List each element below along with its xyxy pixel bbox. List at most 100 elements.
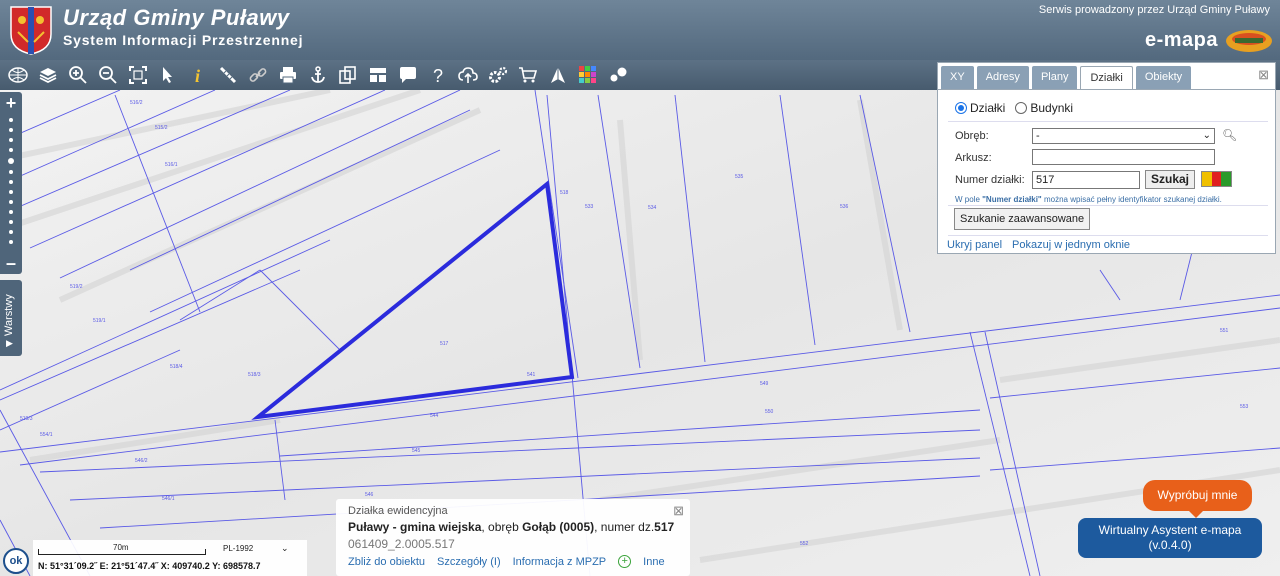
zoom-level-dot[interactable] (9, 220, 13, 224)
scale-box: 70m PL-1992 ⌄ N: 51°31´09.2˝ E: 21°51´47… (33, 540, 307, 576)
ok-button[interactable]: ok (3, 548, 29, 574)
anchor-icon[interactable] (306, 63, 330, 87)
chevron-down-icon[interactable]: ⌄ (281, 543, 289, 554)
info-panel-title: Działka ewidencyjna (348, 505, 448, 517)
layout-icon[interactable] (366, 63, 390, 87)
virtual-assistant-button[interactable]: Wirtualny Asystent e-mapa (v.0.4.0) (1078, 518, 1262, 558)
parcel-description: Puławy - gmina wiejska, obręb Gołąb (000… (348, 520, 675, 534)
cart-icon[interactable] (516, 63, 540, 87)
parcel-label: 554/1 (40, 432, 53, 438)
zoom-level-dot[interactable] (9, 128, 13, 132)
info-panel-links: Zbliż do obiektu Szczegóły (I) Informacj… (348, 555, 665, 568)
parcel-label: 516/1 (165, 162, 178, 168)
radio-dzialki-label: Działki (970, 101, 1006, 115)
zoom-extent-icon[interactable] (126, 63, 150, 87)
zoom-level-indicator[interactable] (8, 158, 14, 164)
search-button[interactable]: Szukaj (1145, 170, 1195, 189)
tab-plany[interactable]: Plany (1031, 66, 1078, 89)
search-type-radios: Działki Budynki (955, 101, 1073, 115)
parcel-label: 544 (430, 413, 439, 419)
parcel-label: 518/4 (170, 364, 183, 370)
radio-budynki[interactable]: Budynki (1015, 101, 1073, 115)
zoom-level-dot[interactable] (9, 230, 13, 234)
points-icon[interactable] (606, 63, 630, 87)
numer-dzialki-label: Numer działki: (955, 174, 1025, 186)
zoom-to-object-link[interactable]: Zbliż do obiektu (348, 556, 425, 568)
show-in-one-window-link[interactable]: Pokazuj w jednym oknie (1012, 239, 1130, 251)
close-icon[interactable]: ⊠ (673, 503, 684, 519)
coat-of-arms-logo (10, 6, 52, 55)
details-link[interactable]: Szczegóły (I) (437, 556, 501, 568)
upload-icon[interactable] (456, 63, 480, 87)
tab-dzialki[interactable]: Działki (1080, 66, 1133, 89)
zoom-level-dot[interactable] (9, 190, 13, 194)
zoom-level-dot[interactable] (9, 148, 13, 152)
try-me-bubble[interactable]: Wypróbuj mnie (1143, 480, 1252, 518)
other-link[interactable]: Inne (643, 556, 664, 568)
pointer-icon[interactable] (156, 63, 180, 87)
svg-text:i: i (195, 66, 200, 85)
zoom-level-dot[interactable] (9, 138, 13, 142)
expand-arrow-icon: ▶ (6, 338, 13, 348)
zoom-in-button[interactable]: + (0, 94, 22, 112)
mpzp-info-link[interactable]: Informacja z MPZP (513, 556, 607, 568)
parcel-label: 551 (1220, 328, 1229, 334)
info-icon[interactable]: i (186, 63, 210, 87)
globe-icon[interactable] (6, 63, 30, 87)
served-by-text: Serwis prowadzony przez Urząd Gminy Puła… (1038, 4, 1270, 16)
parcel-label: 546/2 (135, 458, 148, 464)
zoom-level-dot[interactable] (9, 240, 13, 244)
search-panel: XY Adresy Plany Działki Obiekty ⊠ Działk… (937, 62, 1276, 254)
divider (948, 121, 1268, 122)
zoom-out-icon[interactable] (96, 63, 120, 87)
parcel-label: 518/3 (248, 372, 261, 378)
tab-obiekty[interactable]: Obiekty (1135, 66, 1192, 89)
zoom-level-dot[interactable] (9, 180, 13, 184)
arkusz-input[interactable] (1032, 149, 1215, 165)
hide-panel-link[interactable]: Ukryj panel (947, 239, 1002, 251)
help-icon[interactable]: ? (426, 63, 450, 87)
color-swatch-red[interactable] (1211, 172, 1222, 186)
link-icon[interactable] (246, 63, 270, 87)
parcel-label: 518 (560, 190, 569, 196)
highlight-color-picker[interactable] (1201, 171, 1232, 187)
zoom-out-button[interactable]: – (0, 254, 22, 272)
parcel-label: 552 (800, 541, 809, 547)
advanced-search-button[interactable]: Szukanie zaawansowane (954, 208, 1091, 230)
zoom-level-dot[interactable] (9, 170, 13, 174)
obreb-select[interactable]: - ⌄ (1032, 128, 1215, 144)
copy-icon[interactable] (336, 63, 360, 87)
settings-icon[interactable] (486, 63, 510, 87)
numer-dzialki-input[interactable]: 517 (1032, 171, 1140, 189)
zoom-level-dot[interactable] (9, 200, 13, 204)
radio-dzialki[interactable]: Działki (955, 101, 1005, 115)
zoom-in-icon[interactable] (66, 63, 90, 87)
tab-adresy[interactable]: Adresy (976, 66, 1029, 89)
panel-links: Ukryj panel Pokazuj w jednym oknie (947, 239, 1130, 251)
divider (948, 205, 1268, 206)
zoom-level-dot[interactable] (9, 210, 13, 214)
crs-select[interactable]: PL-1992 (223, 544, 253, 553)
add-icon[interactable]: + (618, 555, 632, 568)
color-swatch-yellow[interactable] (1202, 172, 1212, 186)
comment-icon[interactable] (396, 63, 420, 87)
parcel-identifier: 061409_2.0005.517 (348, 537, 455, 551)
parcel-number: 517 (654, 520, 675, 534)
close-icon[interactable]: ⊠ (1258, 67, 1269, 83)
print-icon[interactable] (276, 63, 300, 87)
zoom-level-dot[interactable] (9, 118, 13, 122)
parcel-label: 517 (440, 341, 449, 347)
color-swatch-green[interactable] (1221, 172, 1232, 186)
north-icon[interactable] (546, 63, 570, 87)
divider (948, 235, 1268, 236)
search-tabs: XY Adresy Plany Działki Obiekty (941, 66, 1192, 89)
emapa-brand: e-mapa (1144, 29, 1218, 51)
layers-icon[interactable] (36, 63, 60, 87)
parcel-label: 519/2 (70, 284, 83, 290)
tab-xy[interactable]: XY (941, 66, 974, 89)
parcel-label: 546 (365, 492, 374, 498)
search-icon[interactable]: 🔍︎ (1222, 128, 1237, 142)
layers-panel-toggle[interactable]: Warstwy ▶ (0, 280, 22, 356)
measure-icon[interactable] (216, 63, 240, 87)
grid-icon[interactable] (576, 63, 600, 87)
